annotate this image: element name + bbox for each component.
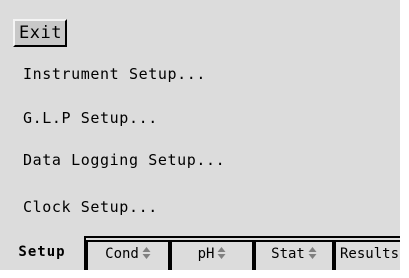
- menu-item-clock-setup[interactable]: Clock Setup...: [23, 197, 158, 217]
- sort-up-down-icon: [142, 247, 151, 259]
- sort-up-down-icon: [217, 247, 226, 259]
- tab-cond-label: Cond: [105, 246, 139, 262]
- exit-button[interactable]: Exit: [13, 19, 67, 47]
- instrument-screen: Exit Instrument Setup... G.L.P Setup... …: [0, 0, 400, 270]
- tab-setup[interactable]: Setup: [0, 236, 86, 270]
- tab-bar: Setup Cond pH Stat Results: [0, 236, 400, 270]
- tab-stat[interactable]: Stat: [254, 240, 334, 270]
- tab-results-label: Results: [340, 246, 400, 262]
- menu-item-data-logging-setup[interactable]: Data Logging Setup...: [23, 150, 225, 170]
- sort-up-down-icon: [308, 247, 317, 259]
- menu-item-instrument-setup[interactable]: Instrument Setup...: [23, 64, 206, 84]
- tab-ph[interactable]: pH: [170, 240, 254, 270]
- tab-setup-label: Setup: [18, 244, 66, 260]
- menu-item-glp-setup[interactable]: G.L.P Setup...: [23, 108, 158, 128]
- tab-cond[interactable]: Cond: [86, 240, 170, 270]
- tab-stat-label: Stat: [271, 246, 305, 262]
- tab-results[interactable]: Results: [334, 240, 400, 270]
- tab-ph-label: pH: [197, 246, 215, 262]
